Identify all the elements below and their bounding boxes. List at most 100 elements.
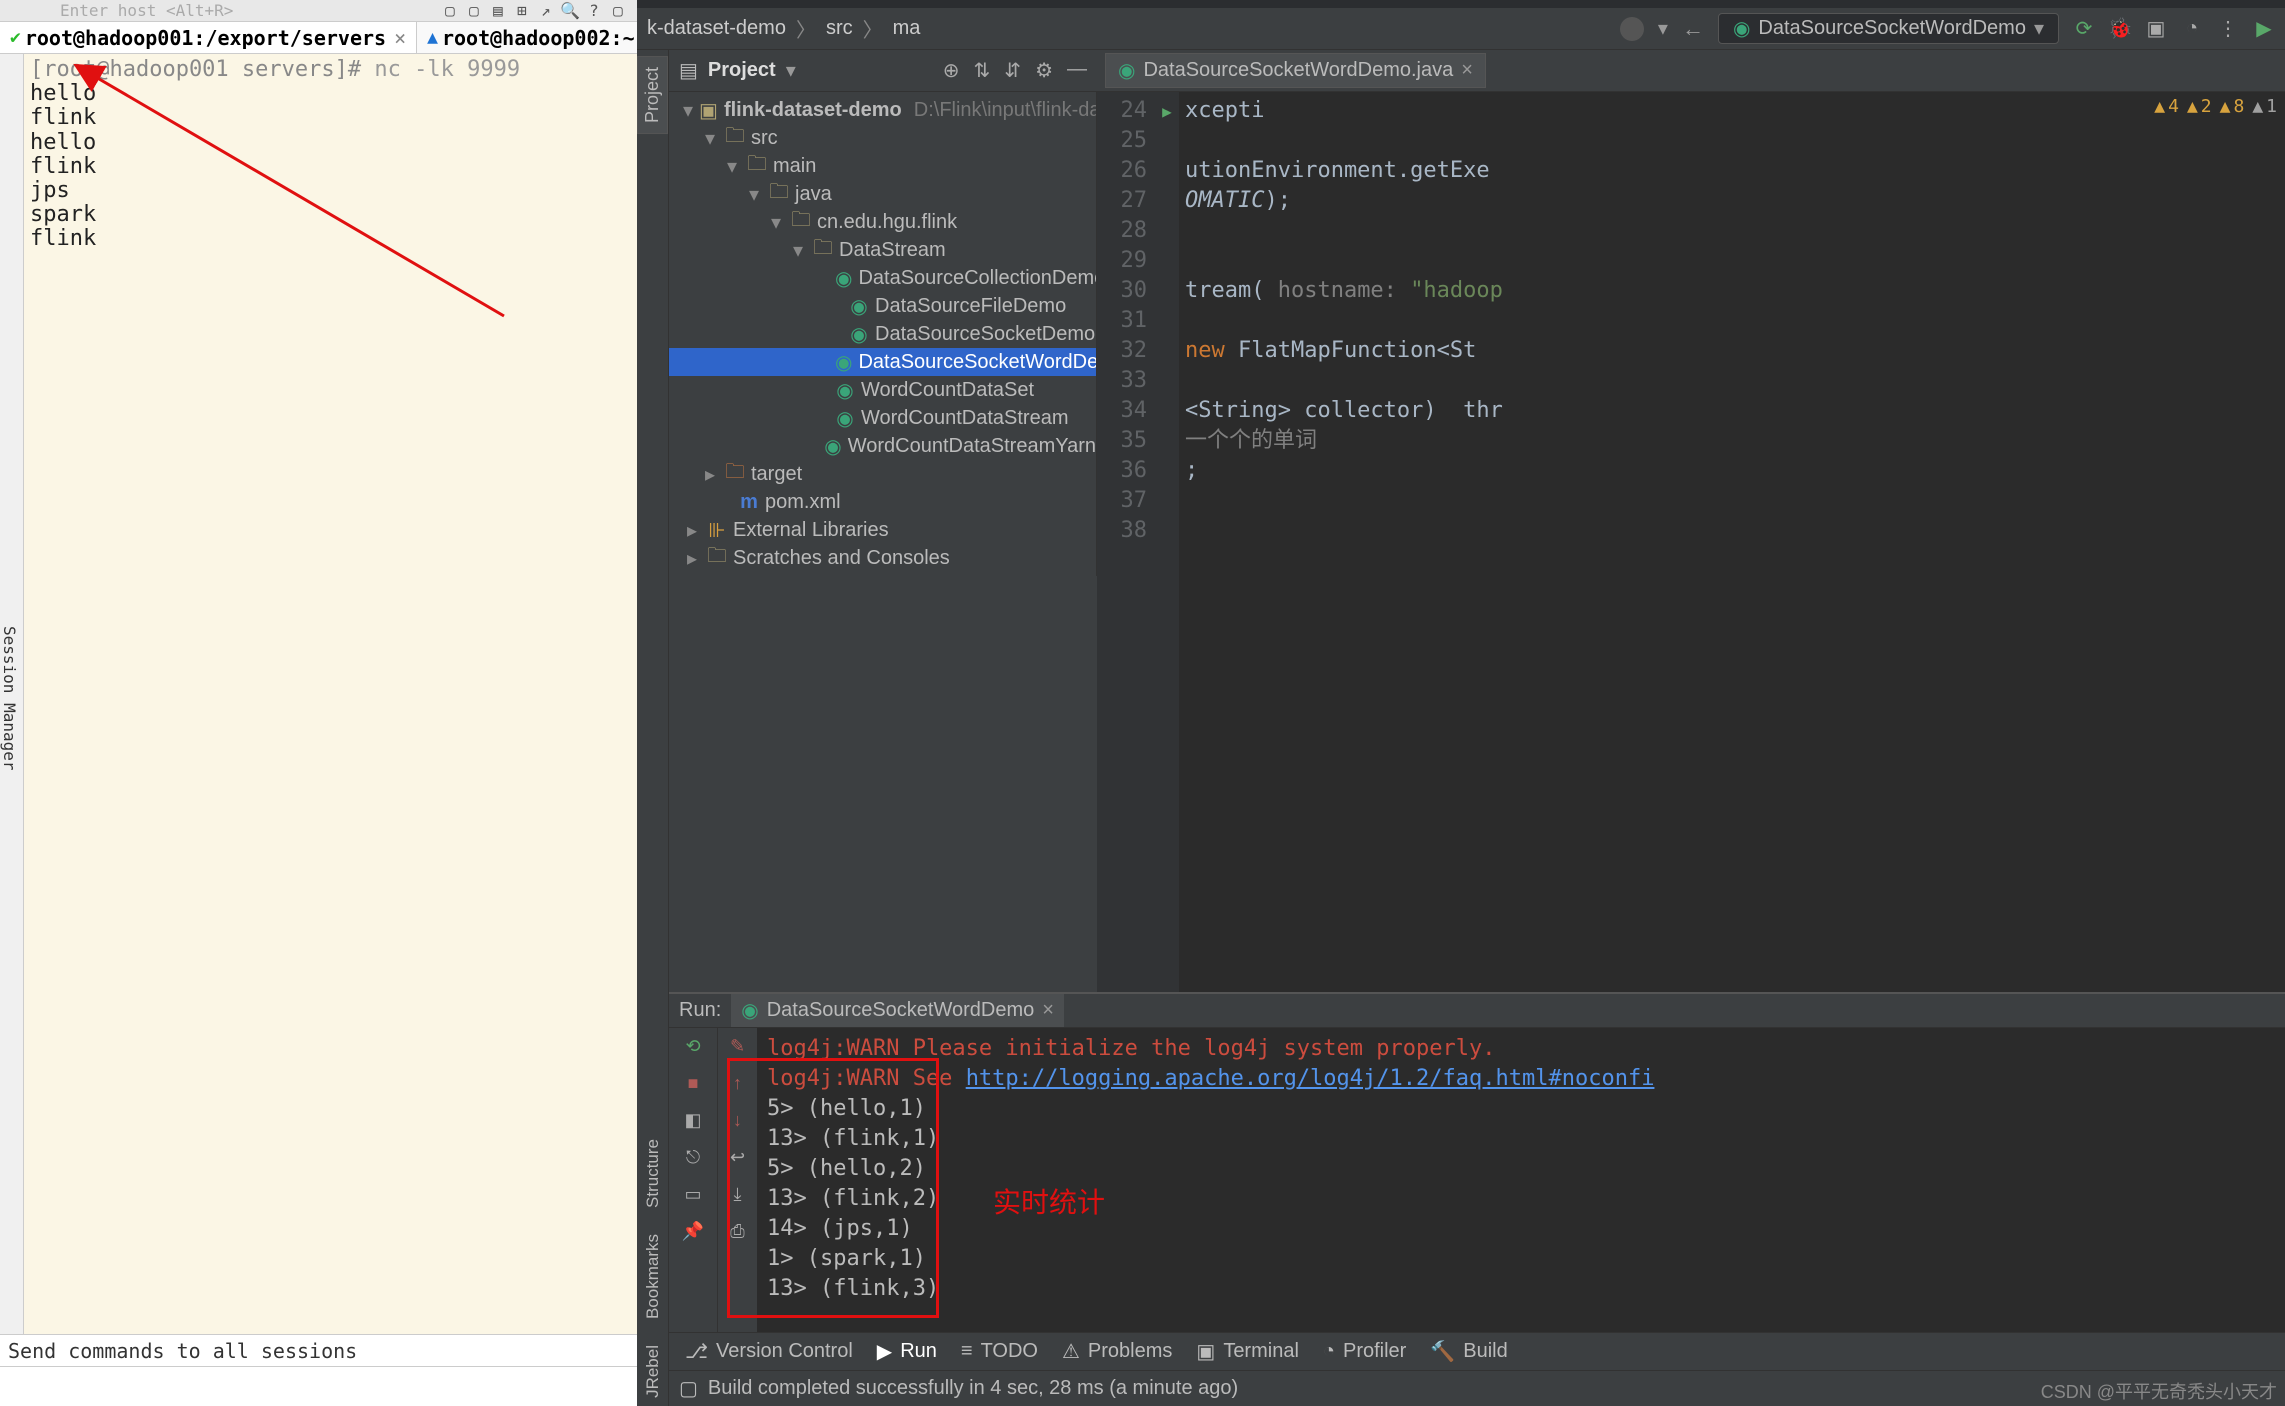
run-tab[interactable]: ◉ DataSourceSocketWordDemo × [731, 994, 1064, 1027]
coverage-icon[interactable]: ▣ [2145, 18, 2167, 40]
tree-row[interactable]: ▸⊪External Libraries [669, 516, 1096, 544]
toolbar-icon[interactable]: ▢ [465, 2, 483, 20]
folder-icon: 🗀 [725, 121, 745, 155]
collapse-icon[interactable]: ⇵ [1004, 58, 1021, 83]
tree-row[interactable]: ▾🗀DataStream [669, 236, 1096, 264]
tree-row[interactable]: ◉ DataSourceSocketWordDemo [669, 348, 1096, 376]
debug-icon[interactable]: 🐞 [2109, 18, 2131, 40]
terminal-toolbar-icons: ▢ ▢ ▤ ⊞ ↗ 🔍 ? ▢ [441, 2, 637, 20]
down-icon[interactable]: ↓ [733, 1110, 742, 1131]
tree-label: src [751, 127, 778, 150]
locate-icon[interactable]: ⊕ [943, 58, 960, 83]
run-output[interactable]: log4j:WARN Please initialize the log4j s… [757, 1028, 2285, 1400]
project-tool-tab[interactable]: Project [637, 56, 668, 134]
toolbar-icon[interactable]: ▢ [609, 2, 627, 20]
breadcrumb[interactable]: ma [893, 17, 921, 40]
typo-badge[interactable]: ▲4 [2154, 96, 2179, 117]
wrap-icon[interactable]: ↩ [730, 1147, 745, 1168]
structure-tool-tab[interactable]: Structure [641, 1131, 665, 1216]
weak-badge[interactable]: ▲8 [2220, 96, 2245, 117]
jrebel-tool-tab[interactable]: JRebel [641, 1337, 665, 1406]
scroll-icon[interactable]: ⤓ [734, 1184, 742, 1205]
tree-row[interactable]: ◉DataSourceCollectionDemo [669, 264, 1096, 292]
toolbar-icon[interactable]: ▤ [489, 2, 507, 20]
close-icon[interactable]: × [394, 26, 406, 50]
edit-icon[interactable]: ✎ [730, 1036, 745, 1057]
tree-row[interactable]: ▾🗀java [669, 180, 1096, 208]
tree-row[interactable]: ◉WordCountDataStreamYarn [669, 432, 1096, 460]
tree-row[interactable]: ◉WordCountDataSet [669, 376, 1096, 404]
tree-label: target [751, 463, 802, 486]
tree-row[interactable]: ▾🗀src [669, 124, 1096, 152]
tree-row[interactable]: ▸🗀target [669, 460, 1096, 488]
hide-icon[interactable]: — [1067, 58, 1087, 83]
info-badge[interactable]: ▲1 [2252, 96, 2277, 117]
toolbar-icon[interactable]: ? [585, 2, 603, 20]
terminal-tab[interactable]: ✔ root@hadoop001:/export/servers × [0, 22, 417, 53]
more-icon[interactable]: ⋮ [2217, 18, 2239, 40]
rerun-icon[interactable]: ⟲ [685, 1036, 700, 1057]
profile-icon[interactable]: ◔ [2181, 18, 2203, 40]
tree-row[interactable]: m pom.xml [669, 488, 1096, 516]
tree-label: pom.xml [765, 491, 841, 514]
tree-row[interactable]: ◉DataSourceSocketDemo [669, 320, 1096, 348]
editor-tab[interactable]: ◉ DataSourceSocketWordDemo.java × [1105, 53, 1486, 88]
close-icon[interactable]: × [1042, 999, 1054, 1022]
c-green-icon: ◉ [835, 350, 852, 375]
send-all-input[interactable] [0, 1366, 637, 1406]
run-icon[interactable]: ⟳ [2073, 18, 2095, 40]
toolbar-icon[interactable]: ↗ [537, 2, 555, 20]
tree-label: DataSourceSocketWordDemo [858, 351, 1097, 374]
tree-label: DataSourceFileDemo [875, 295, 1066, 318]
camera-icon[interactable]: ◧ [684, 1110, 701, 1131]
toolbar-icon[interactable]: ▢ [441, 2, 459, 20]
stop-icon[interactable]: ■ [688, 1073, 699, 1094]
play-icon[interactable]: ▶ [2253, 18, 2275, 40]
run-config-selector[interactable]: ◉ DataSourceSocketWordDemo ▾ [1718, 13, 2059, 44]
c-green-icon: ◉ [835, 406, 855, 431]
inspection-badges[interactable]: ▲4 ▲2 ▲8 ▲1 [2154, 96, 2277, 117]
project-title: Project [708, 59, 776, 82]
breadcrumb[interactable]: k-dataset-demo [647, 17, 786, 40]
settings-icon[interactable]: ⚙ [1035, 58, 1053, 83]
tree-label: WordCountDataStreamYarn [848, 435, 1096, 458]
tree-row[interactable]: ▾🗀cn.edu.hgu.flink [669, 208, 1096, 236]
tab-status-ok-icon: ✔ [10, 27, 21, 48]
breadcrumb[interactable]: src [826, 17, 853, 40]
print-icon[interactable]: ⎙ [730, 1221, 744, 1242]
terminal-tab[interactable]: ▲ root@hadoop002:~ [417, 22, 646, 53]
tree-label: main [773, 155, 816, 178]
project-tree[interactable]: ▾▣ flink-dataset-demo D:\Flink\input\fli… [669, 92, 1097, 576]
host-hint: Enter host <Alt+R> [60, 1, 233, 20]
terminal-tabs: ✔ root@hadoop001:/export/servers × ▲ roo… [0, 22, 637, 54]
up-icon[interactable]: ↑ [733, 1073, 742, 1094]
tree-row[interactable]: ◉DataSourceFileDemo [669, 292, 1096, 320]
tree-row[interactable]: ◉WordCountDataStream [669, 404, 1096, 432]
tree-row[interactable]: ▾▣ flink-dataset-demo D:\Flink\input\fli… [669, 96, 1096, 124]
toolbar-icon[interactable]: 🔍 [561, 2, 579, 20]
nav-back-icon[interactable]: ← [1682, 16, 1704, 42]
tree-row[interactable]: ▸🗀Scratches and Consoles [669, 544, 1096, 572]
tree-label: Scratches and Consoles [733, 547, 950, 570]
avatar-icon[interactable] [1620, 17, 1644, 41]
exit-icon[interactable]: ⎋ [686, 1147, 700, 1168]
annotation-label: 实时统计 [993, 1188, 1105, 1218]
tree-label: DataSourceCollectionDemo [858, 267, 1097, 290]
build-status-icon: ▢ [679, 1376, 698, 1401]
tree-label: java [795, 183, 832, 206]
send-all-label: Send commands to all sessions [0, 1334, 637, 1366]
left-tool-strip: Project Structure Bookmarks JRebel [637, 50, 669, 1406]
watermark: CSDN @平平无奇秃头小天才 [2041, 1378, 2277, 1404]
bookmarks-tool-tab[interactable]: Bookmarks [641, 1226, 665, 1327]
layout-icon[interactable]: ▭ [684, 1184, 701, 1205]
close-icon[interactable]: × [1461, 59, 1473, 82]
code-editor[interactable]: 242526272829303132333435363738 ▶ xcepti … [1097, 92, 2285, 992]
warn-badge[interactable]: ▲2 [2187, 96, 2212, 117]
expand-icon[interactable]: ⇅ [974, 58, 991, 83]
session-manager-strip[interactable]: Session Manager [0, 54, 24, 1334]
tree-row[interactable]: ▾🗀main [669, 152, 1096, 180]
pin-icon[interactable]: 📌 [682, 1221, 704, 1242]
toolbar-icon[interactable]: ⊞ [513, 2, 531, 20]
m-icon: m [739, 491, 759, 514]
terminal-output[interactable]: [root@hadoop001 servers]# nc -lk 9999 he… [24, 54, 637, 1334]
